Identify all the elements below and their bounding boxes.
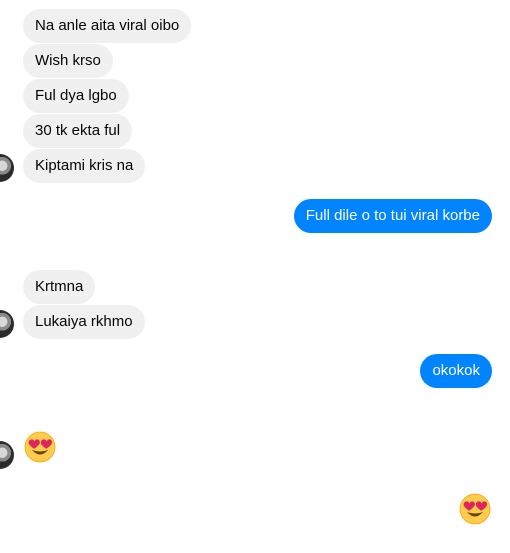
outgoing-message[interactable]: okokok bbox=[420, 354, 492, 388]
incoming-message[interactable]: Ful dya lgbo bbox=[23, 79, 129, 113]
sender-avatar[interactable] bbox=[0, 154, 14, 182]
heart-eyes-emoji[interactable] bbox=[24, 431, 56, 463]
incoming-message[interactable]: Kiptami kris na bbox=[23, 149, 146, 183]
sender-avatar[interactable] bbox=[0, 441, 14, 469]
incoming-message[interactable]: Lukaiya rkhmo bbox=[23, 305, 145, 339]
sender-avatar[interactable] bbox=[0, 310, 14, 338]
incoming-message[interactable]: Na anle aita viral oibo bbox=[23, 9, 192, 43]
incoming-message[interactable]: Wish krso bbox=[23, 44, 113, 78]
incoming-message[interactable]: Krtmna bbox=[23, 270, 96, 304]
incoming-message[interactable]: 30 tk ekta ful bbox=[23, 114, 133, 148]
outgoing-message[interactable]: Full dile o to tui viral korbe bbox=[293, 199, 492, 233]
heart-eyes-emoji[interactable] bbox=[459, 493, 491, 525]
